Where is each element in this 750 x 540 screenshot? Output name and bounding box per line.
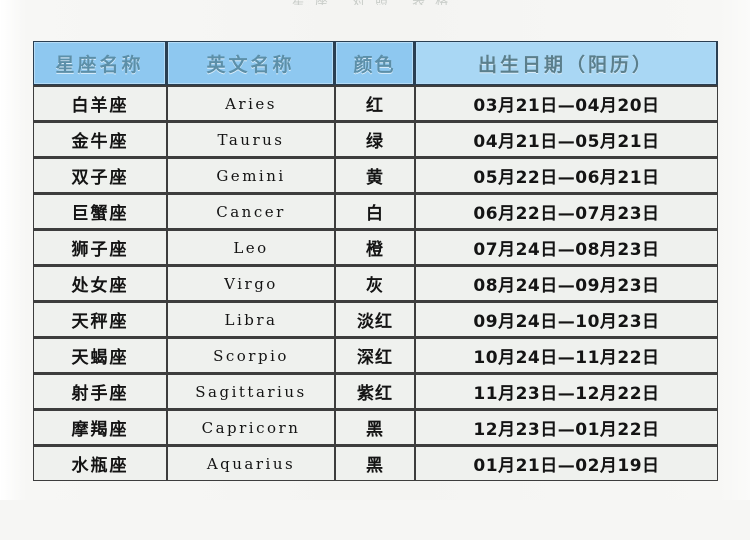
cell-en: Scorpio — [167, 337, 335, 373]
table-row: 巨蟹座 Cancer 白 06月22日—07月23日 — [33, 193, 718, 229]
cell-color: 黄 — [335, 157, 415, 193]
cell-color: 绿 — [335, 121, 415, 157]
zodiac-table: 星座名称 英文名称 颜色 出生日期（阳历） 白羊座 Aries 红 03月21日—04… — [33, 41, 718, 481]
cell-en: Cancer — [167, 193, 335, 229]
cell-name: 射手座 — [33, 373, 167, 409]
table-row: 射手座 Sagittarius 紫红 11月23日—12月22日 — [33, 373, 718, 409]
column-header-birth-date: 出生日期（阳历） — [415, 41, 718, 85]
column-header-english-name: 英文名称 — [167, 41, 335, 85]
cell-color: 白 — [335, 193, 415, 229]
cell-en: Sagittarius — [167, 373, 335, 409]
cell-name: 双子座 — [33, 157, 167, 193]
table-body: 白羊座 Aries 红 03月21日—04月20日 金牛座 Taurus 绿 04月21日—0… — [33, 85, 718, 481]
cell-name: 金牛座 — [33, 121, 167, 157]
cell-date: 05月22日—06月21日 — [415, 157, 718, 193]
column-header-constellation-name: 星座名称 — [33, 41, 167, 85]
cell-name: 白羊座 — [33, 85, 167, 121]
cell-en: Libra — [167, 301, 335, 337]
table-row: 处女座 Virgo 灰 08月24日—09月23日 — [33, 265, 718, 301]
cell-date: 08月24日—09月23日 — [415, 265, 718, 301]
cell-en: Aries — [167, 85, 335, 121]
cell-en: Virgo — [167, 265, 335, 301]
cell-date: 03月21日—04月20日 — [415, 85, 718, 121]
table-row: 水瓶座 Aquarius 黑 01月21日—02月19日 — [33, 445, 718, 481]
cell-en: Leo — [167, 229, 335, 265]
table-row: 白羊座 Aries 红 03月21日—04月20日 — [33, 85, 718, 121]
cell-color: 紫红 — [335, 373, 415, 409]
bottom-clip-mask — [0, 500, 750, 540]
cell-date: 04月21日—05月21日 — [415, 121, 718, 157]
cell-color: 橙 — [335, 229, 415, 265]
cell-date: 12月23日—01月22日 — [415, 409, 718, 445]
table-row: 天蝎座 Scorpio 深红 10月24日—11月22日 — [33, 337, 718, 373]
table-row: 天秤座 Libra 淡红 09月24日—10月23日 — [33, 301, 718, 337]
cell-date: 09月24日—10月23日 — [415, 301, 718, 337]
cell-color: 淡红 — [335, 301, 415, 337]
clipped-top-caption: 星座 对照 表格 — [0, 0, 750, 5]
cell-name: 处女座 — [33, 265, 167, 301]
cell-date: 10月24日—11月22日 — [415, 337, 718, 373]
cell-color: 黑 — [335, 409, 415, 445]
cell-en: Aquarius — [167, 445, 335, 481]
cell-date: 07月24日—08月23日 — [415, 229, 718, 265]
cell-name: 狮子座 — [33, 229, 167, 265]
cell-color: 深红 — [335, 337, 415, 373]
table-header: 星座名称 英文名称 颜色 出生日期（阳历） — [33, 41, 718, 85]
cell-date: 06月22日—07月23日 — [415, 193, 718, 229]
table-row: 狮子座 Leo 橙 07月24日—08月23日 — [33, 229, 718, 265]
cell-name: 巨蟹座 — [33, 193, 167, 229]
cell-name: 天蝎座 — [33, 337, 167, 373]
cell-color: 黑 — [335, 445, 415, 481]
cell-en: Taurus — [167, 121, 335, 157]
table-row: 金牛座 Taurus 绿 04月21日—05月21日 — [33, 121, 718, 157]
cell-name: 天秤座 — [33, 301, 167, 337]
zodiac-table-container: 星座名称 英文名称 颜色 出生日期（阳历） 白羊座 Aries 红 03月21日—04… — [33, 41, 718, 481]
header-row: 星座名称 英文名称 颜色 出生日期（阳历） — [33, 41, 718, 85]
cell-name: 水瓶座 — [33, 445, 167, 481]
cell-date: 01月21日—02月19日 — [415, 445, 718, 481]
table-row: 摩羯座 Capricorn 黑 12月23日—01月22日 — [33, 409, 718, 445]
cell-color: 灰 — [335, 265, 415, 301]
cell-en: Capricorn — [167, 409, 335, 445]
cell-date: 11月23日—12月22日 — [415, 373, 718, 409]
cell-name: 摩羯座 — [33, 409, 167, 445]
cell-en: Gemini — [167, 157, 335, 193]
cell-color: 红 — [335, 85, 415, 121]
table-row: 双子座 Gemini 黄 05月22日—06月21日 — [33, 157, 718, 193]
column-header-color: 颜色 — [335, 41, 415, 85]
